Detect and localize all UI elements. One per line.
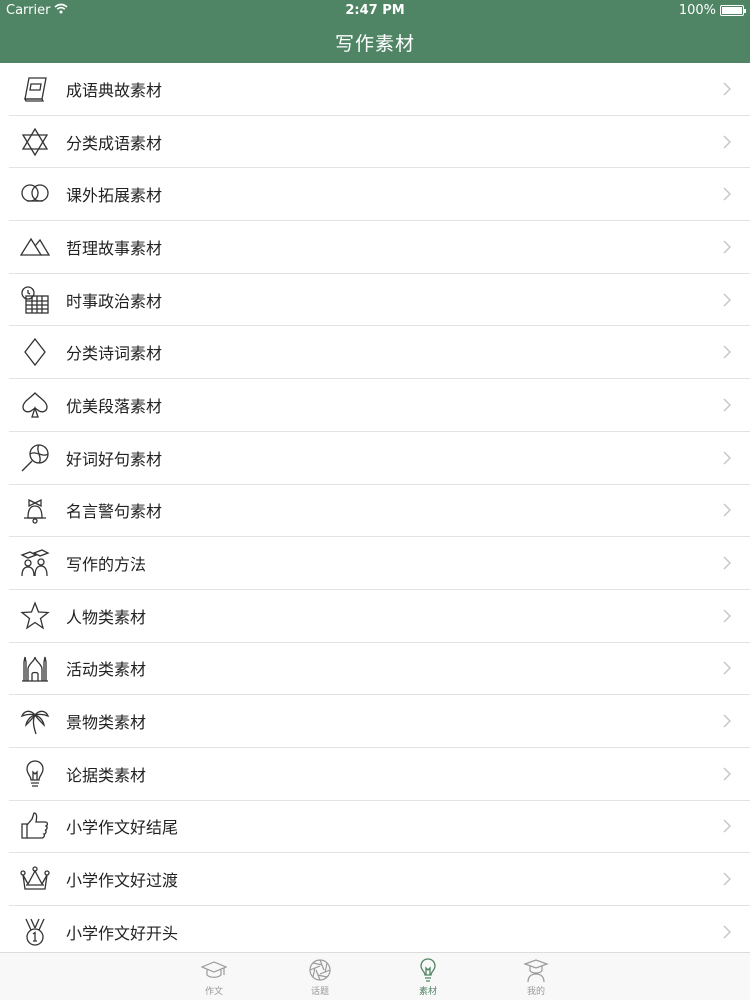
page-title: 写作素材 xyxy=(334,33,415,55)
tab-material[interactable]: 素材 xyxy=(398,957,458,997)
chevron-right-icon xyxy=(723,819,732,833)
list-item[interactable]: 分类诗词素材 xyxy=(9,326,750,380)
chevron-right-icon xyxy=(723,240,732,254)
aperture-icon xyxy=(309,959,331,981)
list-item-label: 活动类素材 xyxy=(66,660,147,680)
graduates-icon xyxy=(18,546,52,580)
status-bar: Carrier 2:47 PM 100% xyxy=(0,0,750,22)
list-item[interactable]: 时事政治素材 xyxy=(9,274,750,327)
chevron-right-icon xyxy=(723,451,732,465)
pretzel-icon xyxy=(18,177,52,211)
list-item-label: 好词好句素材 xyxy=(66,449,163,469)
thumbs-up-icon xyxy=(18,809,52,843)
calendar-clock-icon xyxy=(18,283,52,317)
bell-icon xyxy=(18,493,52,527)
list-item[interactable]: 论据类素材 xyxy=(9,748,750,801)
list-item-label: 时事政治素材 xyxy=(66,291,163,311)
list-item-label: 小学作文好结尾 xyxy=(66,818,179,838)
tab-label: 我的 xyxy=(526,987,545,997)
chevron-right-icon xyxy=(723,556,732,570)
chevron-right-icon xyxy=(723,345,732,359)
list-item-label: 写作的方法 xyxy=(66,555,147,575)
chevron-right-icon xyxy=(723,609,732,623)
star-icon xyxy=(18,599,52,633)
list-item-label: 分类成语素材 xyxy=(66,133,163,153)
diamond-icon xyxy=(18,335,52,369)
list-item[interactable]: 哲理故事素材 xyxy=(9,221,750,274)
tab-label: 素材 xyxy=(418,987,437,997)
list-item[interactable]: 分类成语素材 xyxy=(9,116,750,169)
list-item-label: 小学作文好过渡 xyxy=(66,871,179,891)
list-item[interactable]: 好词好句素材 xyxy=(9,432,750,485)
chevron-right-icon xyxy=(723,714,732,728)
mosque-icon xyxy=(18,651,52,685)
mountains-icon xyxy=(18,230,52,264)
chevron-right-icon xyxy=(723,503,732,517)
list-item-label: 名言警句素材 xyxy=(66,502,163,522)
list-item[interactable]: 景物类素材 xyxy=(9,695,750,748)
list-item[interactable]: 人物类素材 xyxy=(9,590,750,643)
chevron-right-icon xyxy=(723,187,732,201)
battery-label: 100% xyxy=(678,3,716,18)
list-item-label: 课外拓展素材 xyxy=(66,186,163,206)
graduate-icon xyxy=(523,959,549,983)
tab-label: 话题 xyxy=(310,987,329,997)
list-item-label: 人物类素材 xyxy=(66,607,147,627)
crown-icon xyxy=(18,862,52,896)
list-item-label: 成语典故素材 xyxy=(66,80,163,100)
list-item[interactable]: 成语典故素材 xyxy=(9,63,750,116)
list-item[interactable]: 名言警句素材 xyxy=(9,485,750,538)
list-item-label: 优美段落素材 xyxy=(66,396,163,416)
palm-tree-icon xyxy=(18,704,52,738)
lightbulb-icon xyxy=(18,757,52,791)
list-item-label: 小学作文好开头 xyxy=(66,923,179,943)
battery-icon xyxy=(720,5,746,16)
top-bar: Carrier 2:47 PM 100% 写作素材 xyxy=(0,0,750,63)
list-item[interactable]: 写作的方法 xyxy=(9,537,750,590)
chevron-right-icon xyxy=(723,293,732,307)
list-item[interactable]: 小学作文好结尾 xyxy=(9,801,750,854)
list-item[interactable]: 小学作文好开头 xyxy=(9,906,750,952)
lightbulb-icon xyxy=(420,958,436,982)
book-icon xyxy=(18,72,52,106)
battery-info: 100% xyxy=(678,3,746,18)
tab-topic[interactable]: 话题 xyxy=(290,957,350,997)
medal-icon xyxy=(18,915,52,949)
star-of-david-icon xyxy=(18,125,52,159)
chevron-right-icon xyxy=(723,135,732,149)
spade-icon xyxy=(18,388,52,422)
tab-label: 作文 xyxy=(204,987,223,997)
mortarboard-icon xyxy=(201,961,227,978)
chevron-right-icon xyxy=(723,398,732,412)
list-item[interactable]: 课外拓展素材 xyxy=(9,168,750,222)
list-item[interactable]: 优美段落素材 xyxy=(9,379,750,432)
chevron-right-icon xyxy=(723,872,732,886)
tab-bar: 作文 话题 素材 我的 xyxy=(0,952,750,1000)
list-item-label: 论据类素材 xyxy=(66,765,147,785)
status-time: 2:47 PM xyxy=(345,3,405,18)
list-item[interactable]: 小学作文好过渡 xyxy=(9,853,750,906)
material-list: 成语典故素材 分类成语素材 课外拓展素材 哲理故事素材 时事政治素材 分类诗词素… xyxy=(0,63,750,952)
chevron-right-icon xyxy=(723,661,732,675)
chevron-right-icon xyxy=(723,82,732,96)
tab-mine[interactable]: 我的 xyxy=(506,957,566,997)
chevron-right-icon xyxy=(723,925,732,939)
chevron-right-icon xyxy=(723,767,732,781)
list-item-label: 景物类素材 xyxy=(66,713,147,733)
tab-essay[interactable]: 作文 xyxy=(184,957,244,997)
list-item-label: 哲理故事素材 xyxy=(66,238,163,258)
list-item-label: 分类诗词素材 xyxy=(66,344,163,364)
list-item[interactable]: 活动类素材 xyxy=(9,643,750,696)
lollipop-icon xyxy=(18,441,52,475)
